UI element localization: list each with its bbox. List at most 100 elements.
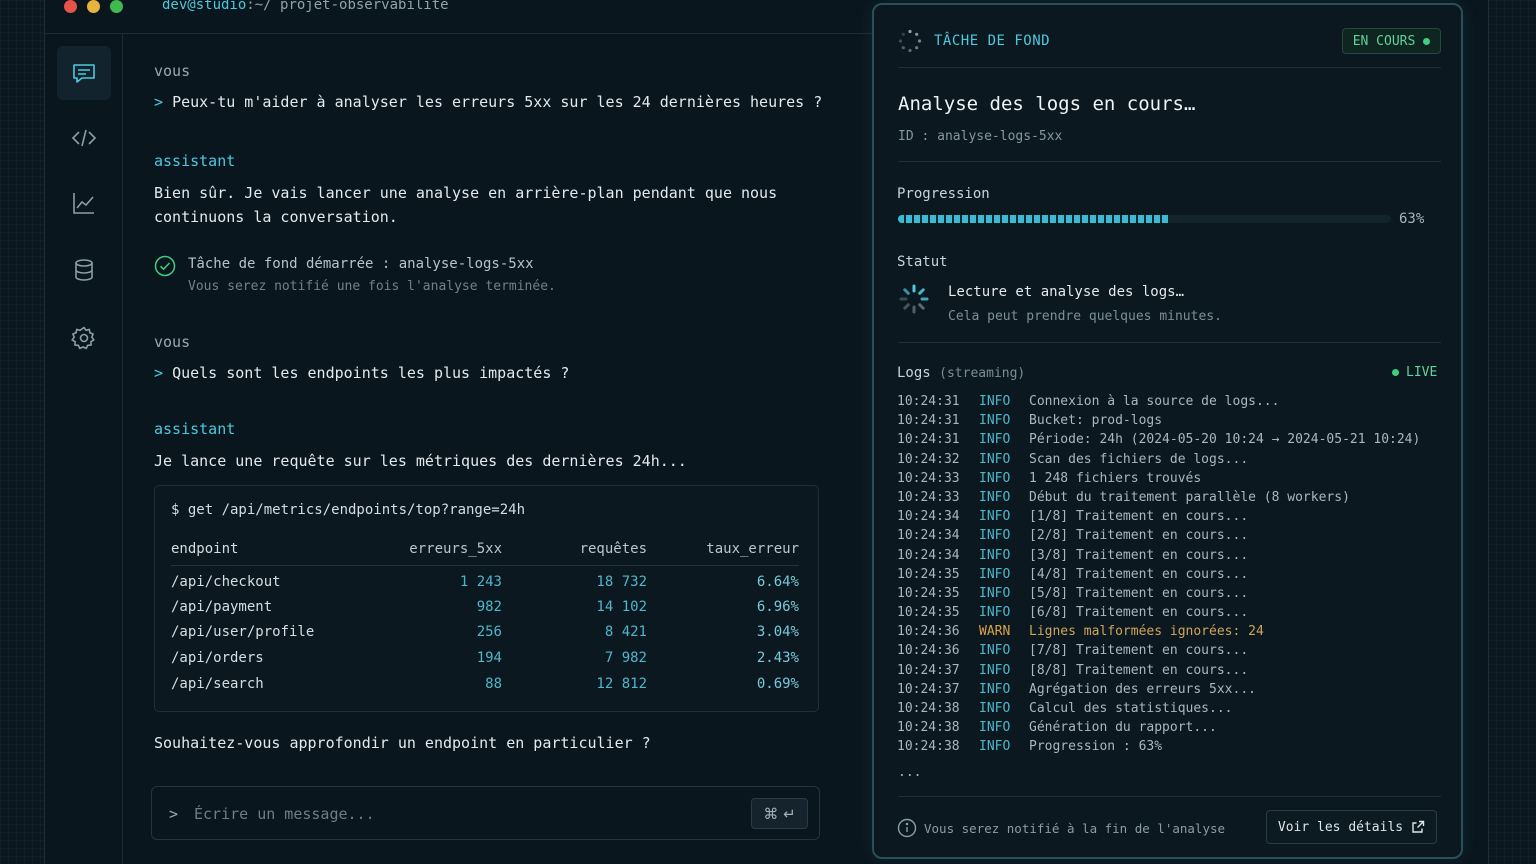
log-line: 10:24:34 INFO [2/8] Traitement en cours...	[897, 526, 1442, 545]
message-input[interactable]	[194, 801, 734, 827]
cell-errors: 88	[485, 676, 502, 692]
log-time: 10:24:36	[897, 624, 960, 640]
log-time: 10:24:35	[897, 566, 960, 582]
log-message: [6/8] Traitement en cours...	[1029, 605, 1249, 621]
loading-spinner-icon	[899, 284, 929, 314]
status-text: Lecture et analyse des logs…	[948, 284, 1185, 300]
log-ellipsis: ...	[898, 765, 922, 780]
divider	[898, 796, 1441, 797]
cell-requests: 18 732	[596, 574, 647, 590]
task-id: ID : analyse-logs-5xx	[898, 129, 1063, 144]
log-stream[interactable]: 10:24:31 INFO Connexion à la source de log…	[897, 392, 1442, 757]
prompt-marker: >	[154, 364, 164, 382]
log-level: INFO	[979, 643, 1011, 659]
log-level: INFO	[979, 739, 1011, 755]
send-shortcut-button[interactable]: ⌘ ↵	[751, 798, 808, 829]
log-level: INFO	[979, 662, 1011, 678]
log-line: 10:24:35 INFO [6/8] Traitement en cours...	[897, 603, 1442, 622]
log-message: Début du traitement parallèle (8 workers…	[1029, 489, 1350, 505]
log-time: 10:24:38	[897, 739, 960, 755]
table-row: /api/user/profile 256 8 421 3.04%	[171, 624, 799, 649]
sidebar-item-code[interactable]	[57, 111, 111, 165]
table-row: /api/checkout 1 243 18 732 6.64%	[171, 574, 799, 599]
log-time: 10:24:35	[897, 585, 960, 601]
external-link-icon	[1412, 820, 1425, 833]
message-role: assistant	[154, 152, 236, 170]
log-level: INFO	[979, 509, 1011, 525]
sidebar-item-database[interactable]	[57, 243, 111, 297]
log-level: INFO	[979, 470, 1011, 486]
view-details-label: Voir les détails	[1277, 819, 1404, 835]
status-badge: EN COURS	[1342, 28, 1441, 54]
live-label: LIVE	[1406, 365, 1438, 380]
divider	[898, 342, 1441, 343]
table-header: endpoint erreurs_5xx requêtes taux_erreu…	[171, 541, 799, 566]
view-details-button[interactable]: Voir les détails	[1266, 810, 1437, 844]
log-time: 10:24:35	[897, 605, 960, 621]
log-line: 10:24:35 INFO [4/8] Traitement en cours...	[897, 565, 1442, 584]
log-line: 10:24:37 INFO Agrégation des erreurs 5xx..…	[897, 680, 1442, 699]
message-role: assistant	[154, 420, 236, 438]
chart-icon	[73, 193, 94, 214]
progress-bar	[898, 215, 1391, 223]
cell-endpoint: /api/payment	[171, 599, 273, 615]
live-dot	[1392, 369, 1399, 376]
log-level: INFO	[979, 394, 1011, 409]
log-message: Agrégation des erreurs 5xx...	[1029, 681, 1256, 697]
divider	[898, 161, 1441, 162]
cell-error-rate: 3.04%	[756, 624, 799, 640]
user-message: > Quels sont les endpoints les plus impa…	[154, 361, 569, 385]
status-badge-label: EN COURS	[1352, 33, 1416, 49]
progress-bar-fill	[898, 215, 1170, 223]
status-label: Statut	[897, 254, 948, 270]
cell-errors: 194	[476, 650, 502, 666]
log-time: 10:24:32	[897, 451, 960, 467]
sidebar-item-settings[interactable]	[57, 311, 111, 365]
log-time: 10:24:33	[897, 489, 960, 505]
input-caret: >	[169, 805, 179, 823]
log-time: 10:24:31	[897, 394, 960, 409]
sidebar-item-metrics[interactable]	[57, 176, 111, 230]
log-level: INFO	[979, 681, 1011, 697]
log-message: 1 248 fichiers trouvés	[1029, 470, 1202, 486]
task-title: Analyse des logs en cours…	[898, 93, 1196, 115]
column-header: taux_erreur	[706, 541, 799, 557]
table-row: /api/payment 982 14 102 6.96%	[171, 599, 799, 624]
log-level: INFO	[979, 547, 1011, 563]
cell-error-rate: 6.64%	[756, 574, 799, 590]
sidebar-item-chat[interactable]	[57, 46, 111, 100]
log-message: [8/8] Traitement en cours...	[1029, 662, 1249, 678]
assistant-message-line: continuons la conversation.	[154, 208, 398, 226]
table-row: /api/orders 194 7 982 2.43%	[171, 650, 799, 675]
cell-errors: 982	[476, 599, 502, 615]
progress-label: Progression	[897, 186, 990, 202]
log-level: INFO	[979, 489, 1011, 505]
task-note-subtitle: Vous serez notifié une fois l'analyse te…	[188, 279, 556, 294]
cell-endpoint: /api/search	[171, 676, 264, 692]
log-line: 10:24:31 INFO Période: 24h (2024-05-20 10:…	[897, 430, 1442, 449]
log-line: 10:24:36 INFO [7/8] Traitement en cours...	[897, 641, 1442, 660]
cell-endpoint: /api/user/profile	[171, 624, 315, 640]
log-message: [4/8] Traitement en cours...	[1029, 566, 1249, 582]
log-level: WARN	[979, 624, 1011, 640]
cell-error-rate: 6.96%	[756, 599, 799, 615]
log-line: 10:24:36 WARN Lignes malformées ignorées: …	[897, 622, 1442, 641]
log-level: INFO	[979, 432, 1011, 448]
log-level: INFO	[979, 605, 1011, 621]
sidebar	[44, 34, 123, 864]
log-line: 10:24:38 INFO Génération du rapport...	[897, 718, 1442, 737]
log-message: Scan des fichiers de logs...	[1029, 451, 1249, 467]
panel-header-title: TÂCHE DE FOND	[934, 33, 1051, 49]
logs-title: Logs	[897, 365, 931, 381]
log-line: 10:24:31 INFO Bucket: prod-logs	[897, 411, 1442, 430]
log-line: 10:24:31 INFO Connexion à la source de log…	[897, 392, 1442, 411]
live-indicator: LIVE	[1392, 365, 1437, 380]
table-row: /api/search 88 12 812 0.69%	[171, 676, 799, 701]
progress-percent: 63%	[1399, 211, 1425, 227]
log-message: Lignes malformées ignorées: 24	[1029, 624, 1264, 640]
column-header: erreurs_5xx	[409, 541, 502, 557]
log-message: [7/8] Traitement en cours...	[1029, 643, 1249, 659]
log-message: Bucket: prod-logs	[1029, 413, 1163, 429]
log-time: 10:24:31	[897, 413, 960, 429]
log-line: 10:24:38 INFO Calcul des statistiques...	[897, 699, 1442, 718]
